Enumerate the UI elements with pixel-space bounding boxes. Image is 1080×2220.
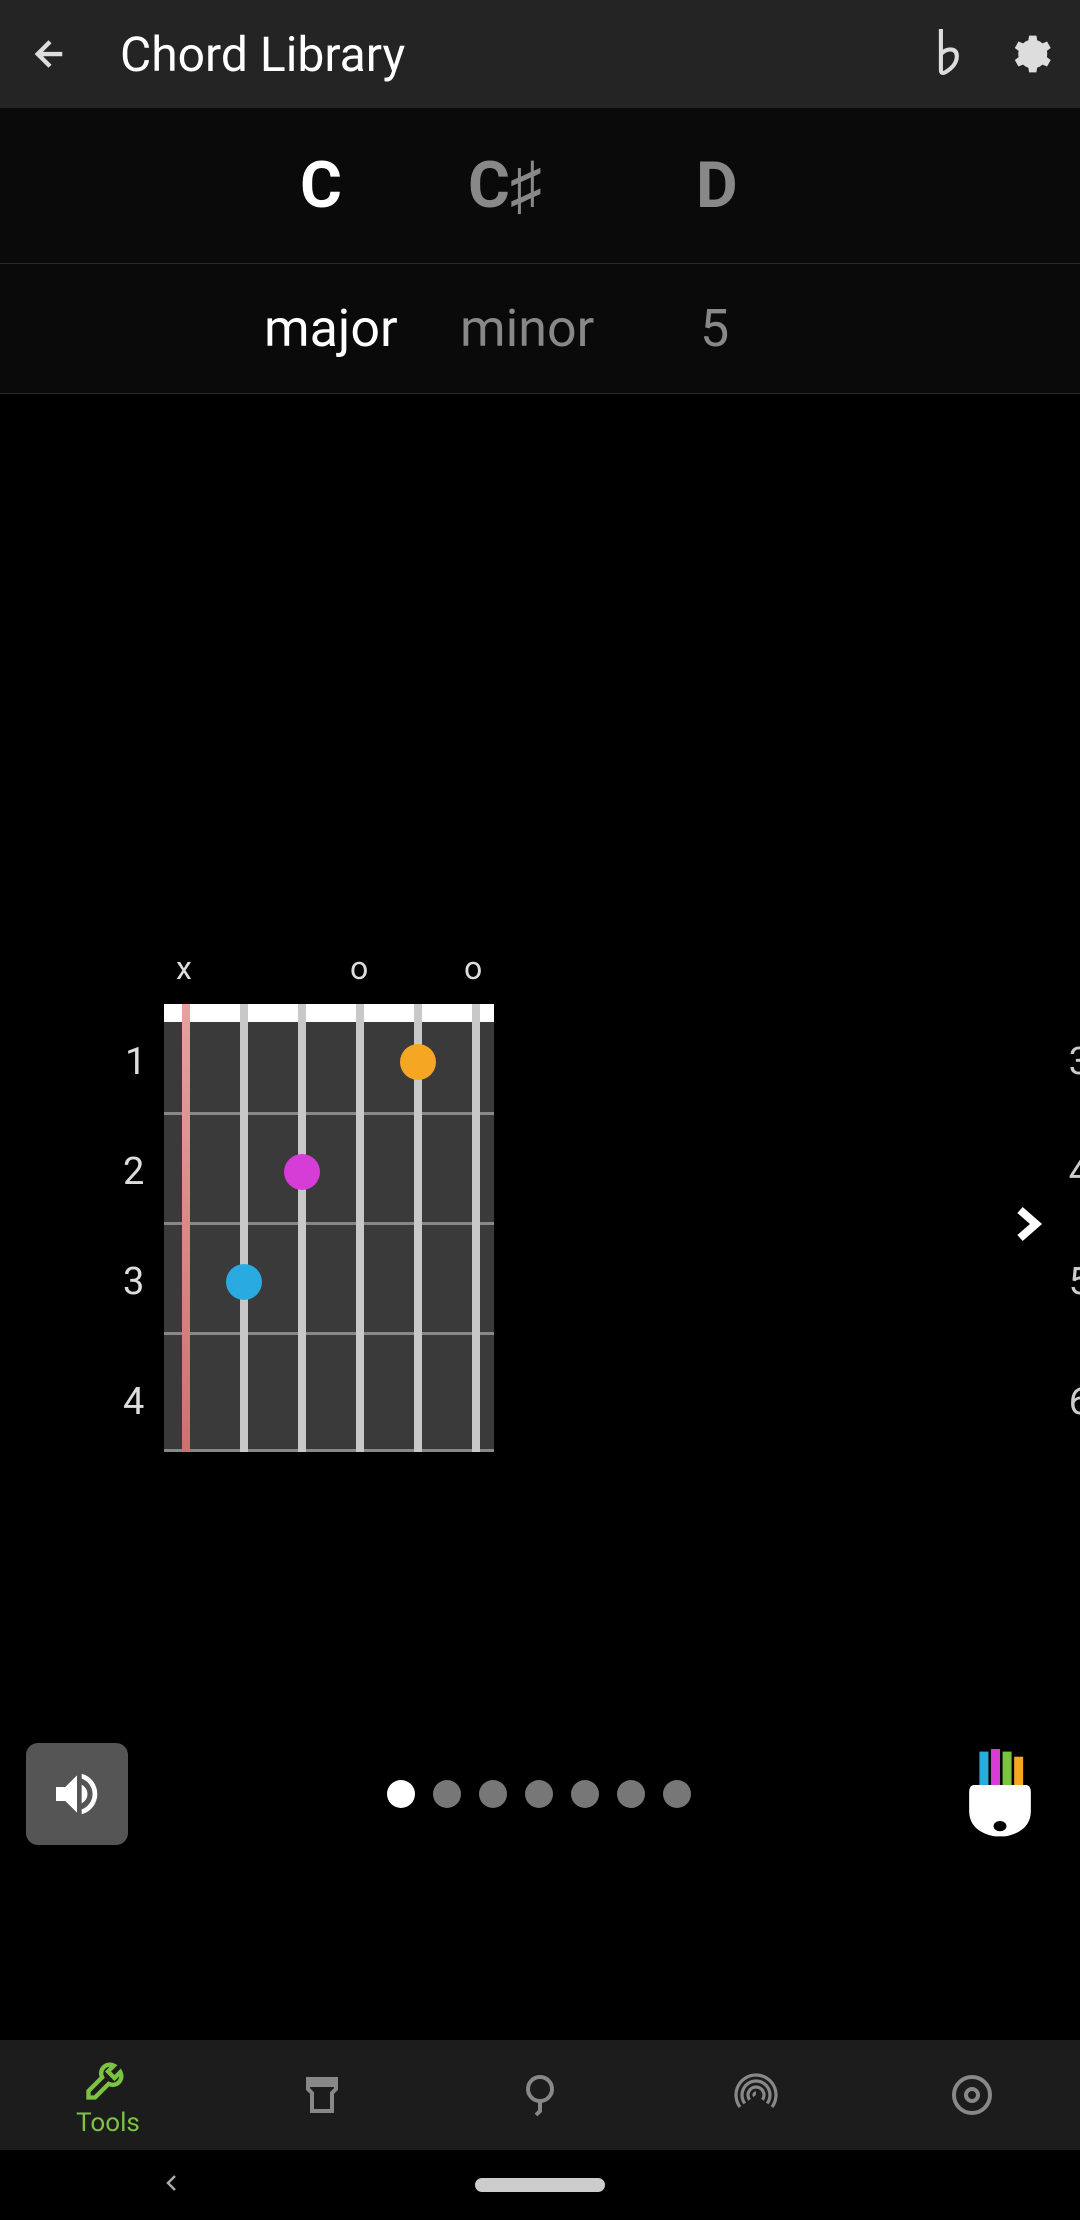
fret-number: 3 — [123, 1260, 144, 1304]
chevron-right-icon — [1002, 1194, 1050, 1254]
chord-type-option: minor — [460, 298, 594, 359]
nav-label: Tools — [76, 2108, 140, 2138]
nav-learn[interactable] — [216, 2071, 432, 2119]
speaker-icon — [49, 1766, 105, 1822]
pager-dot[interactable] — [663, 1780, 691, 1808]
string-5 — [240, 1004, 248, 1452]
chord-type-option: 5 — [700, 298, 729, 359]
string-3 — [356, 1004, 364, 1452]
fretboard — [164, 1004, 494, 1452]
string-4 — [298, 1004, 306, 1452]
nav-record[interactable] — [864, 2071, 1080, 2119]
flat-icon — [934, 29, 966, 79]
pager-dot[interactable] — [617, 1780, 645, 1808]
peek-fret-number: 5 — [1069, 1260, 1080, 1304]
finger-dot — [400, 1044, 436, 1080]
chord-type-selector[interactable]: major minor 5 — [0, 264, 1080, 394]
chevron-left-icon — [160, 2168, 184, 2198]
next-voicing-button[interactable] — [1002, 1194, 1050, 1258]
tower-icon — [300, 2071, 348, 2119]
wrench-icon — [82, 2052, 134, 2104]
pager-dot[interactable] — [479, 1780, 507, 1808]
fingerprint-icon — [732, 2071, 780, 2119]
pager-dot[interactable] — [571, 1780, 599, 1808]
string-marker-open: o — [464, 949, 482, 987]
peek-fret-number: 3 — [1069, 1040, 1080, 1084]
root-note-option: C♯ — [468, 148, 542, 223]
voicing-pager[interactable] — [128, 1780, 950, 1808]
flat-toggle-button[interactable] — [920, 24, 980, 84]
system-navigation — [0, 2150, 1080, 2220]
disc-icon — [948, 2071, 996, 2119]
gear-icon — [1008, 32, 1052, 76]
nav-tools[interactable]: Tools — [0, 2052, 216, 2138]
finger-dot — [284, 1154, 320, 1190]
peek-fret-number: 6 — [1069, 1380, 1080, 1424]
hand-icon — [960, 1749, 1040, 1839]
fret-number: 1 — [125, 1040, 146, 1084]
system-back-button[interactable] — [160, 2168, 184, 2202]
chord-type-selected: major — [264, 298, 398, 359]
pager-dot[interactable] — [525, 1780, 553, 1808]
nav-songs[interactable] — [432, 2071, 648, 2119]
app-bar: Chord Library — [0, 0, 1080, 108]
arrow-left-icon — [29, 33, 71, 75]
pager-dot[interactable] — [433, 1780, 461, 1808]
string-marker-mute: x — [176, 949, 192, 987]
back-button[interactable] — [20, 24, 80, 84]
hand-position-button[interactable] — [950, 1744, 1050, 1844]
finger-dot — [226, 1264, 262, 1300]
system-home-pill[interactable] — [475, 2178, 605, 2192]
settings-button[interactable] — [1000, 24, 1060, 84]
root-note-selected: C — [300, 148, 342, 223]
fret-number: 2 — [123, 1150, 144, 1194]
diagram-controls — [0, 1744, 1080, 1844]
string-6 — [182, 1004, 190, 1452]
page-title: Chord Library — [120, 26, 920, 83]
pager-dot[interactable] — [387, 1780, 415, 1808]
peek-fret-number: 4 — [1069, 1150, 1080, 1194]
play-sound-button[interactable] — [26, 1743, 128, 1845]
root-note-selector[interactable]: C C♯ D — [0, 108, 1080, 264]
root-note-option: D — [696, 148, 738, 223]
fret-number: 4 — [123, 1380, 144, 1424]
nav-fingerprint[interactable] — [648, 2071, 864, 2119]
string-marker-open: o — [350, 949, 368, 987]
chord-diagram-area: x o o 1 2 3 4 3 4 5 6 — [0, 394, 1080, 1864]
nut — [164, 1004, 494, 1022]
string-1 — [472, 1004, 480, 1452]
balloon-icon — [516, 2071, 564, 2119]
bottom-navigation: Tools — [0, 2040, 1080, 2150]
